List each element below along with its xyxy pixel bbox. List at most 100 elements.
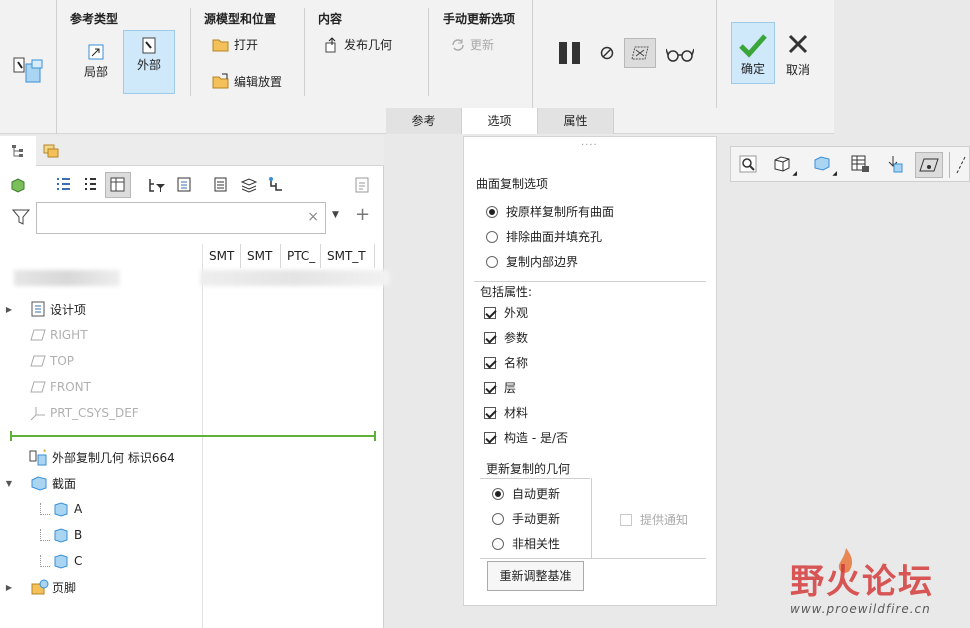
expand-arrow-icon[interactable]: ▶ — [0, 305, 18, 314]
clear-search-icon[interactable]: × — [307, 209, 319, 225]
checkbox-materials[interactable]: 材料 — [484, 404, 528, 421]
pause-button[interactable] — [556, 40, 582, 66]
perspective-icon — [888, 156, 903, 173]
local-ref-button[interactable]: 局部 — [72, 34, 120, 80]
filter-icon[interactable] — [12, 209, 30, 225]
external-ref-button[interactable]: 外部 — [123, 30, 175, 94]
collapse-arrow-icon[interactable]: ▼ — [0, 479, 18, 488]
perspective-button[interactable] — [883, 153, 905, 175]
tree-icon — [12, 145, 23, 157]
tree-settings-icon[interactable] — [176, 176, 194, 194]
tree-item-top-plane[interactable]: TOP — [0, 349, 74, 373]
checkbox-construction[interactable]: 构造 - 是/否 — [484, 429, 568, 446]
group-title-content: 内容 — [318, 12, 343, 26]
checkbox-parameters[interactable]: 参数 — [484, 329, 528, 346]
radio-auto-update[interactable]: 自动更新 — [492, 485, 560, 502]
publish-geometry-icon — [325, 36, 336, 52]
view-manager-button[interactable] — [849, 153, 871, 175]
watermark-url: www.proewildfire.cn — [790, 602, 931, 616]
search-dropdown-icon[interactable]: ▼ — [332, 210, 339, 220]
group-title-manual-update: 手动更新选项 — [443, 12, 516, 26]
tree-columns-button[interactable] — [105, 172, 131, 198]
ok-button[interactable]: 确定 — [731, 22, 775, 84]
insert-here-indicator[interactable] — [12, 435, 376, 437]
edit-placement-button[interactable]: 编辑放置 — [212, 72, 282, 90]
checkbox-appearance[interactable]: 外观 — [484, 304, 528, 321]
tree-item-design-items[interactable]: ▶ 设计项 — [0, 297, 86, 321]
open-button[interactable]: 打开 — [212, 36, 258, 53]
ribbon: 参考类型 局部 外部 源模型和位置 打开 编辑放置 内容 发布几何 手动更新选项… — [0, 0, 834, 134]
tree-item-csys[interactable]: PRT_CSYS_DEF — [0, 401, 139, 425]
publish-geometry-button[interactable]: 发布几何 — [324, 36, 392, 53]
checkbox-notify[interactable]: 提供通知 — [620, 511, 688, 528]
dashboard-tabs: 参考 选项 属性 — [386, 108, 614, 134]
column-header-2[interactable]: SMT — [240, 244, 278, 268]
tree-item-external-copy-geometry[interactable]: * 外部复制几何 标识664 — [0, 445, 175, 469]
tree-search-input[interactable]: × — [36, 202, 326, 234]
part-icon[interactable] — [10, 177, 26, 193]
saved-views-icon — [814, 156, 830, 171]
radio-manual-update[interactable]: 手动更新 — [492, 510, 560, 527]
show-hierarchy-icon[interactable] — [268, 176, 286, 194]
no-symbol-icon — [600, 46, 614, 60]
datum-plane-icon — [30, 355, 46, 367]
verify-button[interactable] — [665, 46, 695, 65]
add-filter-icon[interactable]: + — [355, 204, 370, 225]
column-header-3[interactable]: PTC_ — [280, 244, 318, 268]
tree-options-icon[interactable] — [354, 176, 372, 194]
footer-icon — [31, 579, 49, 595]
plane-display-icon — [919, 158, 939, 172]
tree-item-front-plane[interactable]: FRONT — [0, 375, 91, 399]
display-style-button[interactable]: ◢ — [771, 153, 797, 177]
tab-references[interactable]: 参考 — [386, 108, 462, 134]
zoom-fit-button[interactable] — [737, 153, 759, 175]
surface-copy-title: 曲面复制选项 — [476, 177, 549, 191]
tree-item-a[interactable]: A — [0, 497, 82, 521]
options-panel: .... 曲面复制选项 按原样复制所有曲面 排除曲面并填充孔 复制内部边界 包括… — [463, 136, 717, 606]
model-tree-panel: × ▼ + SMT SMT PTC_ SMT_T ▶ 设计项 RIGHT TOP… — [0, 136, 390, 628]
tree-item-footer[interactable]: ▶ 页脚 — [0, 575, 76, 599]
external-copy-geometry-icon: * — [29, 448, 47, 466]
tab-properties[interactable]: 属性 — [538, 108, 614, 134]
glasses-icon — [665, 48, 695, 62]
collapse-tree-icon[interactable] — [82, 176, 100, 194]
column-header-4[interactable]: SMT_T — [320, 244, 374, 268]
update-button[interactable]: 更新 — [450, 36, 494, 53]
datum-display-button[interactable] — [915, 152, 943, 178]
tree-item-c[interactable]: C — [0, 549, 82, 573]
update-copied-geometry-title: 更新复制的几何 — [486, 462, 571, 476]
radio-exclude-fill-holes[interactable]: 排除曲面并填充孔 — [486, 228, 602, 245]
checkbox-names[interactable]: 名称 — [484, 354, 528, 371]
panel-grip[interactable]: .... — [581, 137, 598, 148]
zoom-icon — [739, 155, 757, 173]
model-tree-tab[interactable] — [0, 136, 36, 166]
tree-item-b[interactable]: B — [0, 523, 82, 547]
edit-placement-icon — [212, 73, 229, 89]
cancel-button[interactable]: 取消 — [778, 22, 818, 84]
axis-display-button[interactable] — [949, 152, 970, 178]
expand-arrow-icon[interactable]: ▶ — [0, 583, 18, 592]
design-items-icon — [31, 301, 45, 317]
radio-copy-all-surfaces[interactable]: 按原样复制所有曲面 — [486, 203, 614, 220]
radio-non-dependent[interactable]: 非相关性 — [492, 535, 560, 552]
preview-geometry-button[interactable] — [624, 38, 656, 68]
list-view-icon[interactable] — [212, 176, 230, 194]
pause-icon — [558, 42, 567, 64]
tab-options[interactable]: 选项 — [462, 108, 538, 134]
no-preview-button[interactable] — [600, 46, 614, 63]
tree-filter-icon[interactable] — [148, 176, 166, 194]
radio-copy-inner-boundary[interactable]: 复制内部边界 — [486, 253, 578, 270]
expand-tree-icon[interactable] — [54, 176, 72, 194]
tree-item-section[interactable]: ▼ 截面 — [0, 471, 76, 495]
column-header-1[interactable]: SMT — [202, 244, 238, 268]
checkbox-layers[interactable]: 层 — [484, 379, 516, 396]
copy-geometry-feature-icon — [12, 54, 46, 84]
layers-icon[interactable] — [240, 176, 258, 194]
root-model-row-blurred — [14, 270, 120, 286]
tree-item-right-plane[interactable]: RIGHT — [0, 323, 88, 347]
layer-tree-tab[interactable] — [42, 142, 60, 163]
realign-datums-button[interactable]: 重新调整基准 — [487, 561, 584, 591]
refresh-icon — [452, 38, 464, 51]
columns-icon — [110, 177, 125, 192]
saved-views-button[interactable]: ◢ — [811, 153, 837, 177]
